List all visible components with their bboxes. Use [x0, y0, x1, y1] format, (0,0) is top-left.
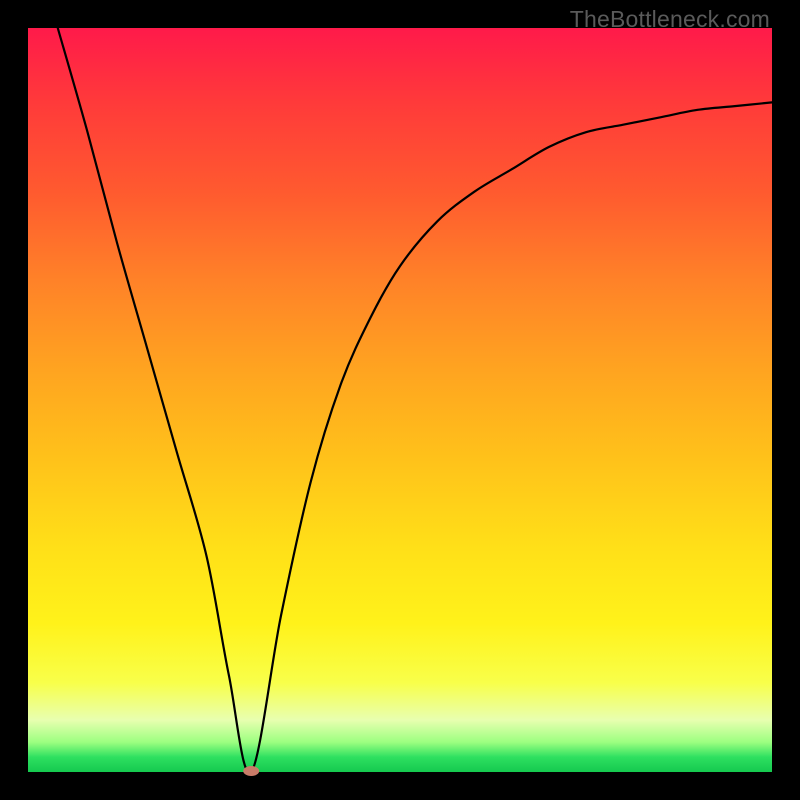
minimum-marker — [243, 766, 259, 776]
curve-layer — [28, 28, 772, 772]
plot-area — [28, 28, 772, 772]
bottleneck-curve — [58, 28, 772, 773]
chart-frame: TheBottleneck.com — [0, 0, 800, 800]
